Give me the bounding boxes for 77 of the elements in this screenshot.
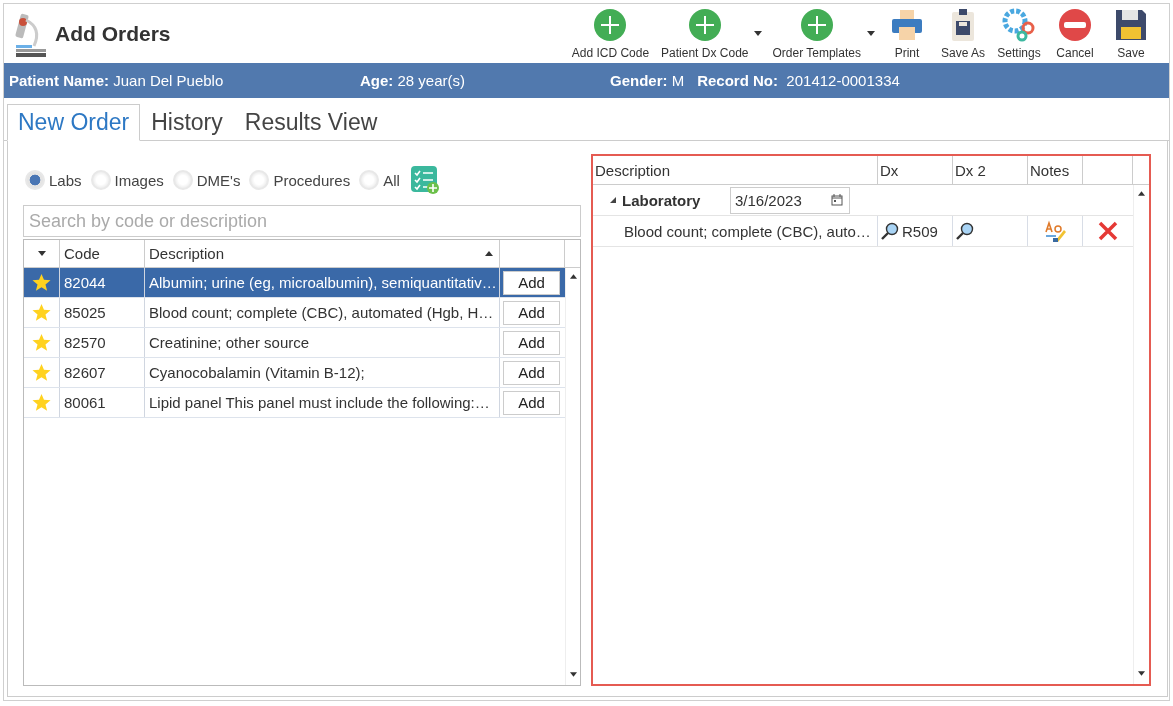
star-icon[interactable] bbox=[32, 363, 51, 382]
printer-icon bbox=[889, 7, 924, 42]
toolbar-button[interactable]: Settings bbox=[991, 4, 1047, 63]
table-cell: 82044 bbox=[60, 268, 145, 297]
table-cell: Albumin; urine (eg, microalbumin), semiquantitativ… bbox=[145, 268, 500, 297]
date-field[interactable]: 3/16/2023 bbox=[730, 186, 850, 214]
radio-button[interactable]: DME's bbox=[172, 170, 241, 190]
star-icon[interactable] bbox=[32, 303, 51, 322]
table-row[interactable]: 80061 Lipid panel This panel must include the following:… Add bbox=[24, 388, 565, 418]
toolbar-button[interactable]: Print bbox=[878, 4, 935, 63]
patient-gender: Gender: M bbox=[610, 72, 685, 89]
sort-caret-icon[interactable] bbox=[37, 251, 46, 256]
table-row[interactable]: 85025 Blood count; complete (CBC), automated (Hgb, H… Add bbox=[24, 298, 565, 328]
table-cell: Blood count; complete (CBC), automated (Hgb, H… bbox=[145, 298, 500, 327]
add-button[interactable]: Add bbox=[503, 300, 560, 325]
caret-icon[interactable] bbox=[866, 31, 875, 36]
gears-icon bbox=[1002, 7, 1036, 42]
star-icon[interactable] bbox=[32, 273, 51, 292]
search-icon[interactable] bbox=[956, 222, 974, 240]
table-cell: Blood count; complete (CBC), auto… bbox=[593, 216, 878, 246]
record-number: Record No: 201412-0001334 bbox=[697, 72, 900, 89]
scroll-down-icon[interactable] bbox=[1138, 671, 1145, 676]
table-cell: 85025 bbox=[60, 298, 145, 327]
toolbar-button[interactable]: Cancel bbox=[1047, 4, 1103, 63]
add-button[interactable]: Add bbox=[503, 330, 560, 355]
toolbar-button[interactable]: Save bbox=[1103, 4, 1159, 63]
add-button[interactable]: Add bbox=[503, 270, 560, 295]
patient-age: Age: 28 year(s) bbox=[360, 72, 467, 89]
table-row[interactable]: 82044 Albumin; urine (eg, microalbumin), semiquantitativ… Add bbox=[24, 268, 565, 298]
table-row[interactable]: 82607 Cyanocobalamin (Vitamin B-12); Add bbox=[24, 358, 565, 388]
column-header[interactable]: Notes bbox=[1028, 156, 1083, 184]
checklist-icon[interactable] bbox=[410, 166, 439, 194]
tab[interactable]: History bbox=[140, 104, 234, 141]
toolbar-button[interactable]: Add ICD Code bbox=[565, 4, 656, 63]
notes-icon[interactable] bbox=[1044, 220, 1066, 242]
add-button[interactable]: Add bbox=[503, 360, 560, 385]
caret-icon[interactable] bbox=[754, 31, 763, 36]
toolbar-button[interactable]: Patient Dx Code bbox=[655, 4, 755, 63]
table-row[interactable]: 82570 Creatinine; other source Add bbox=[24, 328, 565, 358]
table-cell: Lipid panel This panel must include the following:… bbox=[145, 388, 500, 417]
star-icon[interactable] bbox=[32, 393, 51, 412]
delete-icon[interactable] bbox=[1098, 221, 1118, 241]
plus-circle-icon bbox=[593, 7, 628, 42]
radio-button[interactable]: Procedures bbox=[249, 170, 351, 190]
table-cell: R509 bbox=[902, 222, 938, 240]
group-label: Laboratory bbox=[622, 191, 702, 209]
radio-button[interactable]: Labs bbox=[25, 170, 82, 190]
tab[interactable]: New Order bbox=[7, 104, 141, 141]
patient-name: Patient Name: Juan Del Pueblo bbox=[9, 72, 225, 89]
minus-circle-icon bbox=[1058, 7, 1092, 42]
table-cell: Creatinine; other source bbox=[145, 328, 500, 357]
search-field[interactable]: Search by code or description bbox=[23, 205, 581, 237]
search-icon[interactable] bbox=[881, 222, 899, 240]
toolbar-button[interactable]: Save As bbox=[934, 4, 991, 63]
star-icon[interactable] bbox=[32, 333, 51, 352]
table-cell: 80061 bbox=[60, 388, 145, 417]
add-button[interactable]: Add bbox=[503, 390, 560, 415]
collapse-icon[interactable] bbox=[610, 197, 616, 203]
plus-circle-icon bbox=[799, 7, 834, 42]
column-header[interactable]: Dx bbox=[878, 156, 953, 184]
window-title: Add Orders bbox=[55, 21, 171, 46]
tab[interactable]: Results View bbox=[233, 104, 389, 141]
table-cell: 82607 bbox=[60, 358, 145, 387]
calendar-icon[interactable] bbox=[831, 194, 843, 206]
table-cell: 82570 bbox=[60, 328, 145, 357]
column-header[interactable]: Description bbox=[149, 245, 225, 262]
scroll-down-icon[interactable] bbox=[569, 672, 577, 677]
column-header[interactable]: Description bbox=[593, 156, 878, 184]
table-cell: Cyanocobalamin (Vitamin B-12); bbox=[145, 358, 500, 387]
radio-button[interactable]: Images bbox=[90, 170, 164, 190]
scroll-up-icon[interactable] bbox=[1138, 191, 1145, 196]
column-header[interactable]: Dx 2 bbox=[953, 156, 1028, 184]
scroll-up-icon[interactable] bbox=[569, 274, 577, 279]
plus-circle-icon bbox=[687, 7, 722, 42]
sort-ascending-icon bbox=[485, 251, 493, 256]
toolbar-button[interactable]: Order Templates bbox=[766, 4, 867, 63]
column-header[interactable]: Code bbox=[60, 240, 145, 267]
